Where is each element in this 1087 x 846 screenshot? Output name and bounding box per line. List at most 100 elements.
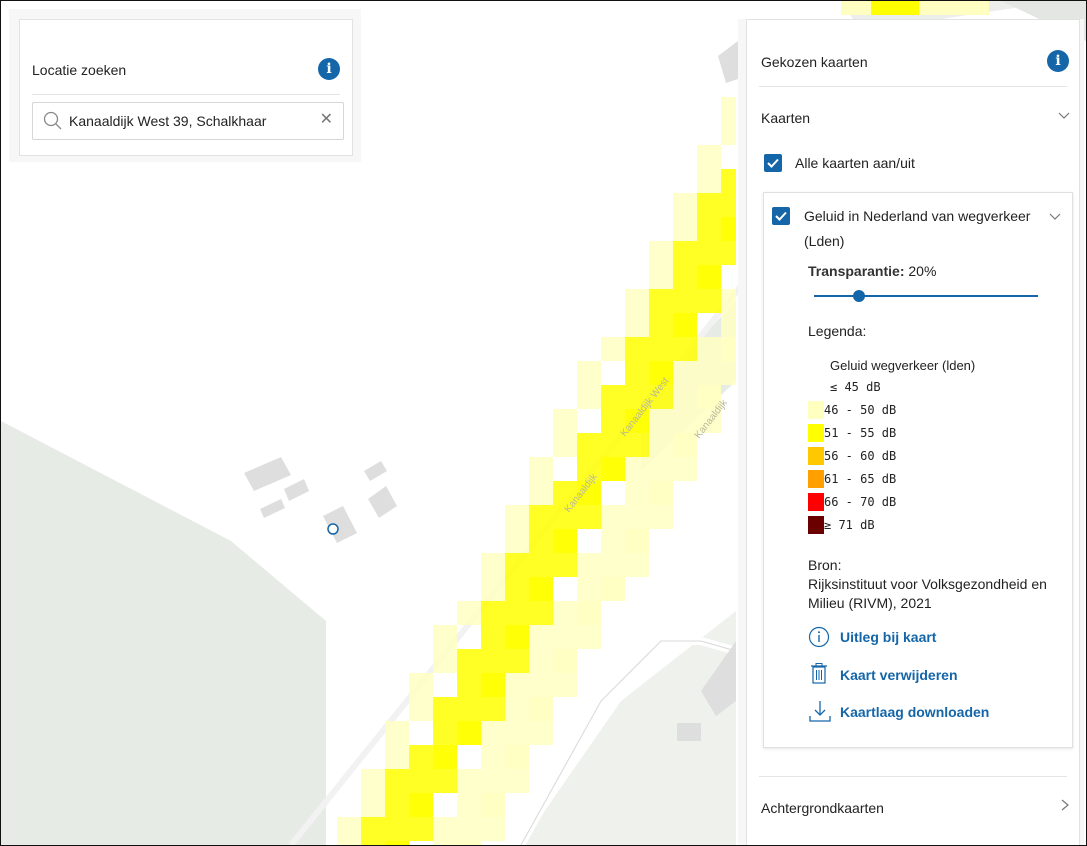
noise-cell — [649, 241, 673, 265]
noise-cell — [505, 673, 553, 697]
noise-cell — [721, 361, 736, 385]
legend-title: Legenda: — [808, 323, 867, 339]
noise-cell — [577, 505, 601, 529]
noise-cell — [673, 457, 697, 481]
search-input-value[interactable]: Kanaaldijk West 39, Schalkhaar — [69, 113, 266, 129]
source-line: Rijksinstituut voor Volksgezondheid en — [808, 576, 1047, 592]
noise-cell — [433, 625, 457, 649]
noise-cell — [673, 193, 697, 217]
noise-cell — [385, 721, 409, 745]
layer-name[interactable]: Geluid in Nederland van wegverkeer — [804, 208, 1030, 224]
noise-cell — [505, 649, 529, 673]
legend-swatch — [808, 493, 824, 511]
info-icon[interactable]: i — [318, 58, 340, 80]
noise-cell — [577, 553, 625, 577]
action-download-label[interactable]: Kaartlaag downloaden — [840, 704, 989, 720]
noise-cell — [337, 817, 361, 841]
noise-cell — [673, 313, 697, 337]
section-maps-label: Kaarten — [761, 110, 811, 126]
noise-cell — [433, 649, 457, 673]
noise-cell — [673, 241, 721, 265]
noise-cell — [625, 337, 673, 361]
checkbox-layer[interactable] — [772, 207, 790, 225]
legend-item-label: 51 - 55 dB — [824, 426, 897, 440]
noise-cell — [385, 745, 409, 769]
legend-item-label: ≥ 71 dB — [824, 518, 875, 532]
noise-cell — [505, 505, 529, 529]
search-icon — [43, 111, 63, 136]
noise-cell — [457, 649, 505, 673]
noise-cell — [625, 313, 649, 337]
noise-cell — [721, 241, 736, 265]
noise-cell — [625, 289, 649, 313]
slider-track[interactable] — [814, 295, 1038, 297]
noise-cell — [601, 337, 625, 361]
noise-cell — [577, 433, 625, 457]
search-card: Locatie zoeken i Kanaaldijk West 39, Sch… — [19, 19, 353, 156]
noise-cell — [529, 481, 553, 505]
noise-cell — [433, 745, 457, 769]
noise-cell — [721, 169, 736, 193]
action-remove-label[interactable]: Kaart verwijderen — [840, 667, 958, 683]
layers-panel-title: Gekozen kaarten — [761, 54, 868, 70]
noise-cell — [505, 625, 529, 649]
noise-cell — [553, 409, 577, 433]
info-icon[interactable]: i — [1047, 50, 1069, 72]
noise-cell — [409, 673, 433, 697]
search-input[interactable]: Kanaaldijk West 39, Schalkhaar ✕ — [32, 102, 344, 140]
noise-cell — [433, 697, 481, 721]
divider — [759, 86, 1067, 87]
chevron-right-icon[interactable] — [1059, 798, 1071, 815]
chevron-down-icon[interactable] — [1057, 108, 1071, 125]
chevron-down-icon[interactable] — [1048, 209, 1062, 226]
noise-cell — [505, 553, 553, 577]
layer-card-geluid: Geluid in Nederland van wegverkeer (Lden… — [763, 192, 1073, 748]
noise-cell — [625, 457, 673, 481]
noise-cell — [481, 697, 505, 721]
noise-cell — [529, 625, 577, 649]
legend-swatch — [808, 516, 824, 534]
toggle-all-label: Alle kaarten aan/uit — [795, 155, 915, 171]
noise-cell — [721, 217, 736, 241]
action-explain-label[interactable]: Uitleg bij kaart — [840, 629, 936, 645]
noise-cell — [481, 673, 505, 697]
noise-cell — [673, 337, 697, 361]
noise-cell — [601, 505, 649, 529]
download-icon — [808, 699, 832, 728]
noise-cell — [481, 817, 505, 841]
noise-cell — [529, 721, 553, 745]
legend-item-label: 61 - 65 dB — [824, 472, 897, 486]
noise-cell — [481, 553, 505, 577]
noise-cell — [505, 529, 529, 553]
noise-cell — [481, 577, 505, 601]
noise-cell — [409, 793, 433, 817]
legend-item-label: ≤ 45 dB — [830, 380, 881, 394]
legend-swatch — [808, 470, 824, 488]
legend-header: Geluid wegverkeer (lden) — [830, 358, 976, 373]
close-icon[interactable]: ✕ — [320, 111, 333, 129]
noise-cell — [457, 841, 481, 845]
noise-cell — [457, 721, 481, 745]
checkbox-all-maps[interactable] — [764, 154, 782, 172]
legend-swatch — [808, 424, 824, 442]
noise-cell — [553, 673, 577, 697]
noise-cell — [577, 625, 601, 649]
noise-cell — [649, 409, 697, 433]
noise-cell — [601, 457, 625, 481]
location-marker[interactable] — [327, 523, 339, 535]
noise-cell — [529, 577, 553, 601]
noise-cell — [721, 313, 736, 337]
legend-item-label: 56 - 60 dB — [824, 449, 897, 463]
noise-cell — [433, 817, 481, 841]
noise-cell — [721, 337, 736, 361]
noise-cell — [433, 769, 457, 793]
noise-cell — [553, 649, 577, 673]
layers-panel: Gekozen kaarten i Kaarten Alle kaarten a… — [738, 19, 1084, 845]
slider-thumb[interactable] — [852, 290, 865, 302]
source-line: Milieu (RIVM), 2021 — [808, 595, 932, 611]
noise-cell — [721, 289, 736, 313]
noise-cell — [721, 121, 736, 145]
noise-cell — [919, 1, 989, 15]
noise-cell — [697, 193, 736, 217]
noise-cell — [553, 529, 577, 553]
